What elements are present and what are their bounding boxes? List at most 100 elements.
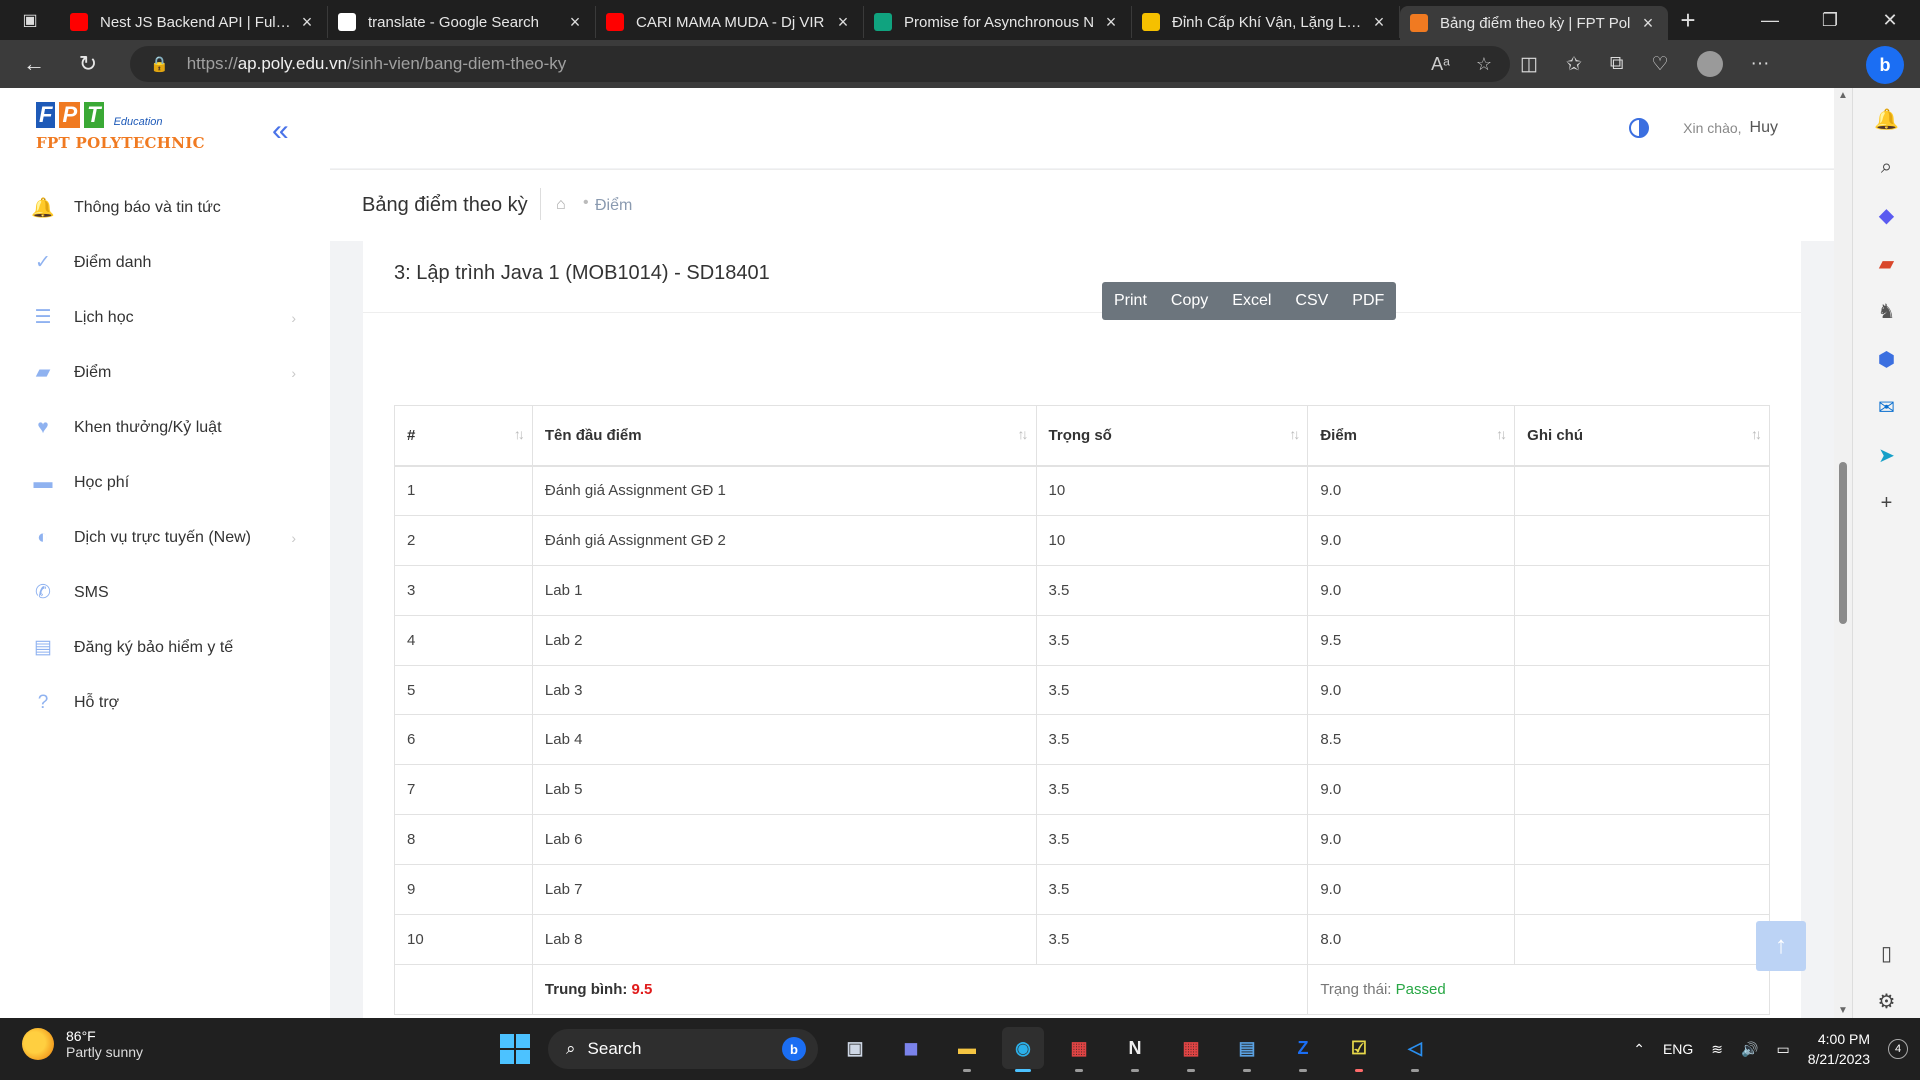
- notification-badge[interactable]: 4: [1888, 1039, 1908, 1059]
- column-header[interactable]: Trọng số ↑↓: [1035, 405, 1309, 467]
- sidebar-item[interactable]: ♥ Khen thưởng/Kỷ luật: [0, 400, 330, 455]
- export-button[interactable]: CSV: [1283, 292, 1340, 310]
- tab-actions-icon[interactable]: ▣: [0, 0, 60, 40]
- browser-tab[interactable]: Đỉnh Cấp Khí Vận, Lặng Lẽ T ×: [1132, 6, 1400, 38]
- export-button[interactable]: Print: [1102, 292, 1159, 310]
- bing-copilot-icon[interactable]: b: [1866, 46, 1904, 84]
- fpt-icon: [1410, 14, 1428, 32]
- browser-tab[interactable]: translate - Google Search ×: [328, 6, 596, 38]
- browser-tab[interactable]: CARI MAMA MUDA - Dj VIR ×: [596, 6, 864, 38]
- page-scrollbar[interactable]: ▲ ▼: [1834, 88, 1852, 1018]
- sidebar-layout-icon[interactable]: ▯: [1870, 936, 1904, 970]
- toolbox-icon[interactable]: ▰: [1870, 246, 1904, 280]
- sort-icon[interactable]: ↑↓: [1018, 426, 1029, 442]
- sidebar-item[interactable]: ☰ Lịch học ›: [0, 290, 330, 345]
- column-header[interactable]: # ↑↓: [394, 405, 533, 467]
- home-icon[interactable]: ⌂: [556, 196, 566, 214]
- table-cell: 3.5: [1035, 714, 1309, 766]
- phone-icon: ✆: [35, 582, 51, 603]
- profile-avatar[interactable]: [1696, 51, 1723, 77]
- sidebar-item[interactable]: ▬ Học phí: [0, 455, 330, 510]
- more-options-icon[interactable]: ···: [1751, 53, 1770, 75]
- browser-tab[interactable]: Promise for Asynchronous N ×: [864, 6, 1132, 38]
- refresh-icon[interactable]: ↻: [68, 44, 108, 84]
- url-input[interactable]: 🔒 https://ap.poly.edu.vn/sinh-vien/bang-…: [130, 46, 1510, 82]
- teams-chat-icon[interactable]: ◼: [890, 1027, 932, 1069]
- windows-start-icon[interactable]: [500, 1034, 530, 1064]
- edge-icon[interactable]: ◉: [1002, 1027, 1044, 1072]
- user-name[interactable]: Huy: [1750, 119, 1778, 137]
- browser-tab[interactable]: Bảng điểm theo kỳ | FPT Pol ×: [1400, 6, 1668, 40]
- sidebar-item[interactable]: ▤ Đăng ký bảo hiểm y tế: [0, 620, 330, 675]
- browser-tab[interactable]: Nest JS Backend API | Full D ×: [60, 6, 328, 38]
- task-view-icon[interactable]: ▣: [834, 1027, 876, 1069]
- scroll-to-top-button[interactable]: ↑: [1756, 921, 1806, 971]
- sort-icon[interactable]: ↑↓: [1496, 426, 1507, 442]
- app-icon-2[interactable]: ▦: [1170, 1027, 1212, 1072]
- sidebar-item[interactable]: ▰ Điểm ›: [0, 345, 330, 400]
- fpt-logo[interactable]: F P T Education FPT POLYTECHNIC: [36, 102, 205, 152]
- monitor-app-icon[interactable]: ▤: [1226, 1027, 1268, 1072]
- scrollbar-thumb[interactable]: [1839, 462, 1847, 624]
- shopping-tag-icon[interactable]: ◆: [1870, 198, 1904, 232]
- add-icon[interactable]: +: [1870, 486, 1904, 520]
- language-indicator[interactable]: ENG: [1663, 1041, 1693, 1057]
- close-tab-icon[interactable]: ×: [833, 12, 853, 33]
- app-icon-1[interactable]: ▦: [1058, 1027, 1100, 1072]
- close-window-icon[interactable]: ✕: [1860, 0, 1920, 40]
- collapse-sidebar-icon[interactable]: «: [272, 114, 289, 148]
- scroll-up-arrow-icon[interactable]: ▲: [1838, 90, 1848, 101]
- chevron-up-icon[interactable]: ⌃: [1633, 1041, 1645, 1058]
- column-header[interactable]: Tên đầu điểm ↑↓: [531, 405, 1037, 467]
- battery-icon[interactable]: ▭: [1776, 1041, 1789, 1058]
- new-tab-button[interactable]: +: [1668, 5, 1708, 36]
- column-header[interactable]: Ghi chú ↑↓: [1514, 405, 1770, 467]
- close-tab-icon[interactable]: ×: [297, 12, 317, 33]
- back-icon[interactable]: ←: [14, 44, 54, 84]
- sort-icon[interactable]: ↑↓: [514, 426, 525, 442]
- maximize-icon[interactable]: ❐: [1800, 0, 1860, 40]
- file-explorer-icon[interactable]: ▬: [946, 1027, 988, 1072]
- checklist-app-icon[interactable]: ☑: [1338, 1027, 1380, 1072]
- sidebar-item[interactable]: 🔔 Thông báo và tin tức: [0, 180, 330, 235]
- export-button[interactable]: PDF: [1340, 292, 1396, 310]
- clock[interactable]: 4:00 PM 8/21/2023: [1808, 1029, 1870, 1069]
- sidebar-item[interactable]: ✆ SMS: [0, 565, 330, 620]
- vscode-icon[interactable]: ◁: [1394, 1027, 1436, 1072]
- theme-toggle-icon[interactable]: [1629, 118, 1650, 138]
- column-header[interactable]: Điểm ↑↓: [1307, 405, 1516, 467]
- minimize-icon[interactable]: —: [1740, 0, 1800, 40]
- notion-icon[interactable]: N: [1114, 1027, 1156, 1072]
- scroll-down-arrow-icon[interactable]: ▼: [1838, 1005, 1848, 1016]
- copilot-icon[interactable]: ⬢: [1870, 342, 1904, 376]
- favorite-star-icon[interactable]: ☆: [1476, 54, 1492, 75]
- zalo-icon[interactable]: Z: [1282, 1027, 1324, 1072]
- volume-icon[interactable]: 🔊: [1741, 1041, 1758, 1058]
- send-icon[interactable]: ➤: [1870, 438, 1904, 472]
- collections-icon[interactable]: ⧉: [1610, 53, 1624, 75]
- close-tab-icon[interactable]: ×: [1638, 13, 1658, 34]
- sort-icon[interactable]: ↑↓: [1751, 426, 1762, 442]
- export-button[interactable]: Excel: [1220, 292, 1283, 310]
- outlook-icon[interactable]: ✉: [1870, 390, 1904, 424]
- read-aloud-icon[interactable]: A͏ᵃ: [1431, 54, 1450, 75]
- weather-widget[interactable]: 86°F Partly sunny: [22, 1028, 143, 1060]
- browser-essentials-icon[interactable]: ♡: [1651, 53, 1668, 76]
- games-icon[interactable]: ♞: [1870, 294, 1904, 328]
- search-icon[interactable]: ⌕: [1870, 150, 1904, 184]
- split-screen-icon[interactable]: ◫: [1520, 53, 1538, 76]
- breadcrumb-item[interactable]: Điểm: [595, 197, 632, 215]
- close-tab-icon[interactable]: ×: [1101, 12, 1121, 33]
- sidebar-item[interactable]: ? Hỗ trợ: [0, 675, 330, 730]
- export-button[interactable]: Copy: [1159, 292, 1220, 310]
- favorites-icon[interactable]: ✩: [1566, 53, 1582, 76]
- sidebar-item[interactable]: ◐ Dịch vụ trực tuyến (New) ›: [0, 510, 330, 565]
- close-tab-icon[interactable]: ×: [1369, 12, 1389, 33]
- taskbar-search[interactable]: ⌕ Search b: [548, 1029, 818, 1069]
- sort-icon[interactable]: ↑↓: [1289, 426, 1300, 442]
- sidebar-item[interactable]: ✓ Điểm danh: [0, 235, 330, 290]
- settings-gear-icon[interactable]: ⚙: [1870, 984, 1904, 1018]
- wifi-icon[interactable]: ≋: [1711, 1041, 1723, 1058]
- bell-icon[interactable]: 🔔: [1870, 102, 1904, 136]
- close-tab-icon[interactable]: ×: [565, 12, 585, 33]
